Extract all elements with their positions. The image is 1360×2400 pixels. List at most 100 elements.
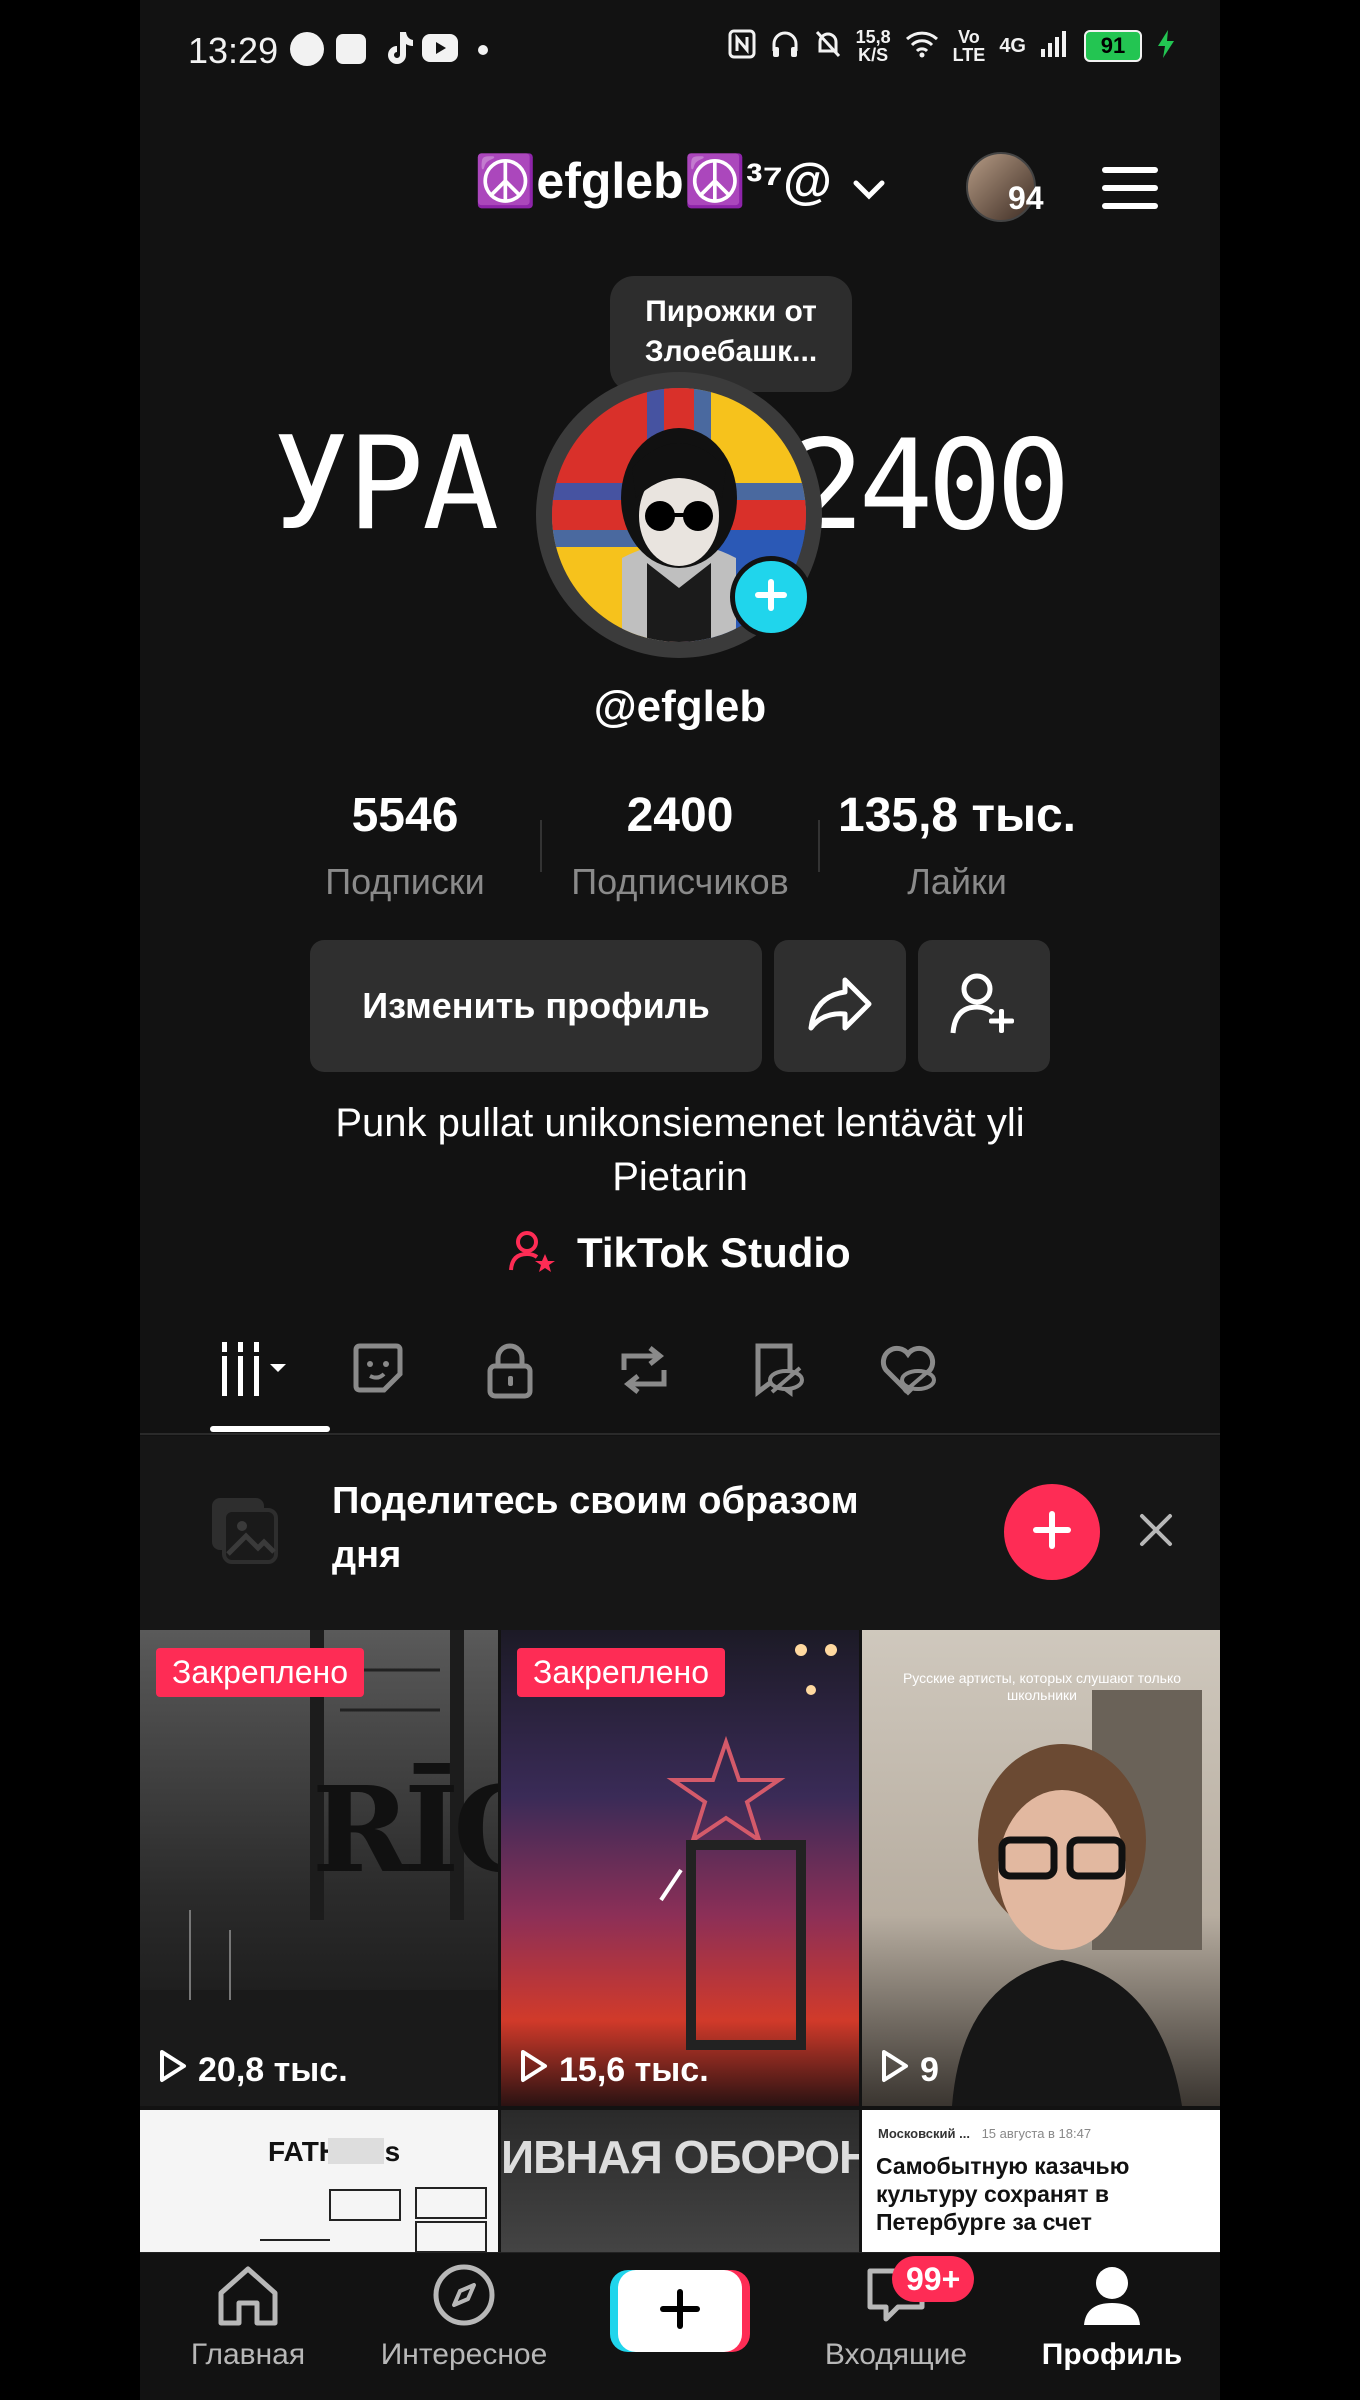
nav-explore-label: Интересное: [380, 2338, 548, 2371]
share-profile-button[interactable]: [774, 940, 906, 1072]
stat-following[interactable]: 5546 Подписки: [270, 788, 540, 903]
volte-bottom: LTE: [952, 45, 986, 65]
banner-add-button[interactable]: [1004, 1484, 1100, 1580]
tiktok-studio-link[interactable]: TikTok Studio: [140, 1228, 1220, 1284]
liked-hidden-icon: [878, 1345, 938, 1404]
edit-profile-label: Изменить профиль: [362, 985, 710, 1026]
banner-text: Поделитесь своим образом дня: [332, 1480, 859, 1576]
status-right: 15,8 K/S Vo LTE 4G 91: [728, 28, 1176, 64]
play-icon: [158, 2049, 188, 2092]
username-switcher[interactable]: ☮️efgleb☮️³⁷@: [140, 152, 1220, 214]
news-headline: Самобытную казачью культуру сохранят в П…: [876, 2153, 1130, 2235]
tab-liked[interactable]: [878, 1340, 938, 1405]
add-friend-icon: [949, 971, 1019, 1042]
username-text: ☮️efgleb☮️³⁷@: [474, 153, 832, 209]
nav-inbox-label: Входящие: [824, 2338, 968, 2371]
video-views: 15,6 тыс.: [519, 2049, 709, 2092]
news-date: 15 августа в 18:47: [981, 2126, 1092, 2141]
mute-icon: [814, 29, 842, 64]
stat-followers-value: 2400: [626, 789, 734, 842]
profile-icon: [1080, 2267, 1144, 2331]
views-count: 15,6 тыс.: [559, 2051, 709, 2089]
tab-videos[interactable]: [218, 1340, 290, 1405]
video-thumbnail[interactable]: FATHER's: [140, 2110, 498, 2252]
battery-indicator: 91: [1084, 30, 1142, 62]
net-speed: 15,8 K/S: [856, 28, 891, 64]
tab-reposts[interactable]: [614, 1340, 674, 1405]
active-tab-indicator: [210, 1426, 330, 1432]
network-label: 4G: [999, 34, 1026, 57]
views-count: 20,8 тыс.: [198, 2051, 348, 2089]
nav-home-label: Главная: [190, 2338, 306, 2371]
video-views: 9: [880, 2049, 939, 2092]
video-thumbnail[interactable]: Закреплено 15,6 тыс.: [501, 1630, 859, 2106]
plus-icon: [658, 2287, 702, 2336]
chevron-down-icon: [852, 156, 886, 214]
profile-handle: @efgleb: [593, 682, 767, 731]
news-source-name: Московский ...: [878, 2126, 970, 2141]
net-speed-bottom: K/S: [858, 45, 889, 65]
menu-icon[interactable]: [1100, 163, 1160, 218]
profile-side-text-right: 2400: [790, 414, 1071, 558]
nfc-icon: [728, 29, 756, 64]
inbox-icon: [864, 2268, 928, 2331]
edit-profile-button[interactable]: Изменить профиль: [310, 940, 762, 1072]
wifi-icon: [905, 30, 939, 63]
video-overlay-text: ИВНАЯ ОБОРОН: [501, 2131, 859, 2183]
video-thumbnail[interactable]: RĪGA Закреплено 20,8 тыс.: [140, 1630, 498, 2106]
gallery-icon: [208, 1494, 282, 1573]
tabs-divider: [140, 1433, 1220, 1435]
video-thumbnail[interactable]: Московский ... 15 августа в 18:47 Самобы…: [862, 2110, 1220, 2252]
signal-icon: [1040, 29, 1070, 64]
tab-saved[interactable]: [746, 1340, 806, 1405]
nav-explore[interactable]: Интересное: [356, 2263, 572, 2372]
net-speed-top: 15,8: [855, 27, 891, 47]
status-bar: 13:29 15,8 K/S Vo LTE 4G 91: [140, 0, 1220, 108]
video-views: 20,8 тыс.: [158, 2049, 348, 2092]
charging-icon: [1156, 29, 1176, 64]
grid-icon: [218, 1342, 290, 1404]
stat-likes[interactable]: 135,8 тыс. Лайки: [822, 788, 1092, 903]
tiktok-profile-screen: 13:29 15,8 K/S Vo LTE 4G 91 ☮️efgleb☮️³⁷…: [140, 0, 1220, 2400]
stat-likes-value: 135,8 тыс.: [838, 789, 1076, 842]
share-icon: [805, 974, 875, 1039]
headphones-icon: [770, 29, 800, 64]
inbox-badge: 99+: [892, 2256, 975, 2302]
banner-close-button[interactable]: [1136, 1510, 1176, 1555]
sticker-icon: [350, 1343, 406, 1400]
stat-divider: [540, 820, 542, 872]
stat-followers[interactable]: 2400 Подписчиков: [545, 788, 815, 903]
studio-label: TikTok Studio: [576, 1229, 851, 1277]
dot-icon: [478, 45, 488, 55]
stat-following-value: 5546: [351, 789, 459, 842]
pinned-badge: Закреплено: [517, 1648, 725, 1697]
repost-icon: [614, 1346, 674, 1404]
notification-icon: [290, 32, 324, 66]
pinned-badge: Закреплено: [156, 1648, 364, 1697]
nav-home[interactable]: Главная: [140, 2263, 356, 2372]
tiktok-icon: [384, 30, 414, 71]
status-time: 13:29: [188, 30, 279, 71]
profile-tabs: [140, 1322, 1220, 1434]
stat-followers-label: Подписчиков: [571, 861, 789, 902]
volte-top: Vo: [958, 27, 980, 47]
nav-profile-label: Профиль: [1041, 2338, 1183, 2371]
add-story-button[interactable]: [730, 556, 812, 638]
saved-hidden-icon: [746, 1343, 806, 1404]
studio-icon: [509, 1228, 556, 1284]
video-overlay-text: RĪGA: [312, 1760, 498, 1899]
stat-likes-label: Лайки: [907, 861, 1007, 902]
play-icon: [519, 2049, 549, 2092]
tab-stickers[interactable]: [350, 1340, 406, 1401]
video-caption: Русские артисты, которых слушают только …: [902, 1670, 1182, 1703]
tab-private[interactable]: [482, 1340, 538, 1405]
add-friends-button[interactable]: [918, 940, 1050, 1072]
stat-following-label: Подписки: [325, 861, 485, 902]
plus-icon: [751, 575, 791, 620]
video-thumbnail[interactable]: Русские артисты, которых слушают только …: [862, 1630, 1220, 2106]
create-button[interactable]: [618, 2270, 742, 2352]
plus-icon: [1029, 1507, 1075, 1558]
home-icon: [213, 2266, 283, 2331]
nav-profile[interactable]: Профиль: [1004, 2263, 1220, 2372]
video-thumbnail[interactable]: ИВНАЯ ОБОРОН: [501, 2110, 859, 2252]
